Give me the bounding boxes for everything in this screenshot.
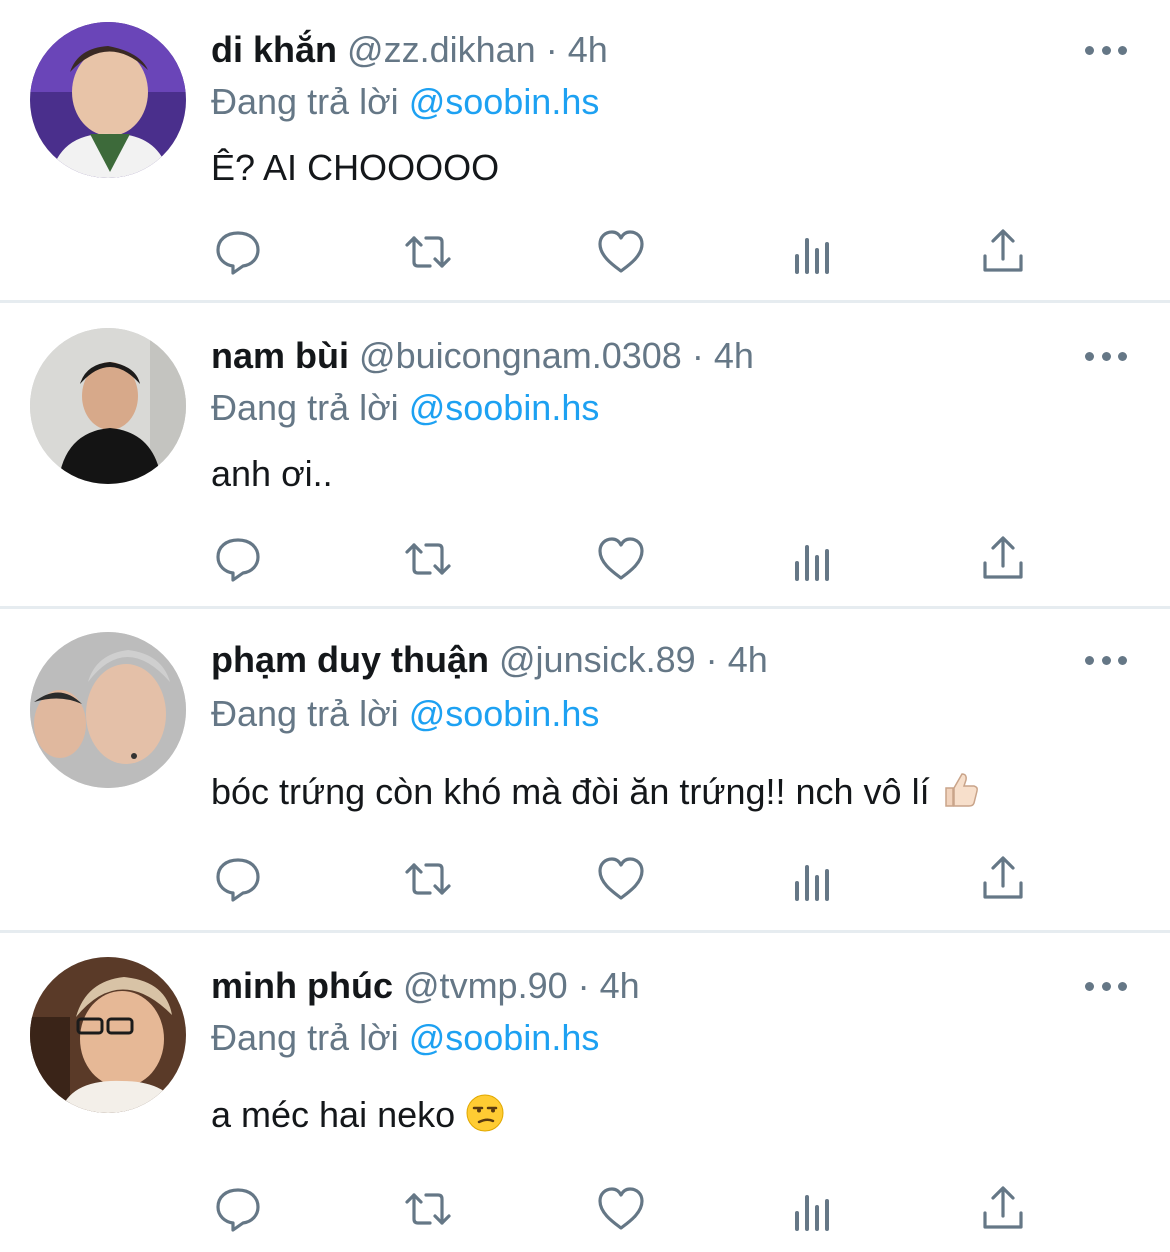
like-icon[interactable] [595,853,647,905]
thumbs-up-icon [940,770,980,818]
tweet-text: a méc hai neko [211,1094,456,1135]
tweet-text: anh ơi.. [211,453,333,494]
views-icon[interactable] [786,853,838,905]
timestamp[interactable]: 4h [600,965,640,1006]
share-icon[interactable] [977,1183,1029,1235]
separator-dot: · [545,29,558,70]
share-icon[interactable] [977,853,1029,905]
tweet[interactable]: nam bùi @buicongnam.0308 · 4h Đang trả l… [0,303,1170,606]
mention-link[interactable]: @soobin.hs [409,81,600,122]
retweet-icon[interactable] [402,226,454,278]
reply-icon[interactable] [212,226,264,278]
reply-feed: di khắn @zz.dikhan · 4h Đang trả lời @so… [0,0,1170,1252]
separator-dot: · [577,965,590,1006]
display-name[interactable]: di khắn [211,29,337,70]
avatar[interactable] [30,328,186,484]
reply-icon[interactable] [212,853,264,905]
like-icon[interactable] [595,1183,647,1235]
display-name[interactable]: nam bùi [211,335,349,376]
retweet-icon[interactable] [402,853,454,905]
views-icon[interactable] [786,226,838,278]
views-icon[interactable] [786,1183,838,1235]
unamused-face-icon [465,1093,505,1141]
reply-icon[interactable] [212,1183,264,1235]
timestamp[interactable]: 4h [568,29,608,70]
reply-prefix: Đang trả lời [211,387,399,428]
action-bar [0,853,1170,909]
mention-link[interactable]: @soobin.hs [409,387,600,428]
reply-icon[interactable] [212,533,264,585]
more-icon[interactable] [1085,976,1127,996]
timestamp[interactable]: 4h [728,639,768,680]
share-icon[interactable] [977,533,1029,585]
more-icon[interactable] [1085,40,1127,60]
tweet[interactable]: minh phúc @tvmp.90 · 4h Đang trả lời @so… [0,933,1170,1252]
action-bar [0,533,1170,589]
separator-dot: · [691,335,704,376]
more-icon[interactable] [1085,650,1127,670]
reply-prefix: Đang trả lời [211,1017,399,1058]
avatar[interactable] [30,957,186,1113]
action-bar [0,226,1170,282]
avatar[interactable] [30,22,186,178]
tweet-text: bóc trứng còn khó mà đòi ăn trứng!! nch … [211,771,930,812]
mention-link[interactable]: @soobin.hs [409,1017,600,1058]
reply-prefix: Đang trả lời [211,81,399,122]
retweet-icon[interactable] [402,533,454,585]
display-name[interactable]: phạm duy thuận [211,639,489,680]
username[interactable]: @junsick.89 [499,639,696,680]
timestamp[interactable]: 4h [714,335,754,376]
like-icon[interactable] [595,226,647,278]
display-name[interactable]: minh phúc [211,965,393,1006]
tweet[interactable]: phạm duy thuận @junsick.89 · 4h Đang trả… [0,609,1170,930]
tweet[interactable]: di khắn @zz.dikhan · 4h Đang trả lời @so… [0,0,1170,300]
mention-link[interactable]: @soobin.hs [409,693,600,734]
share-icon[interactable] [977,226,1029,278]
reply-prefix: Đang trả lời [211,693,399,734]
retweet-icon[interactable] [402,1183,454,1235]
username[interactable]: @zz.dikhan [347,29,536,70]
like-icon[interactable] [595,533,647,585]
username[interactable]: @tvmp.90 [403,965,568,1006]
tweet-text: Ê? AI CHOOOOO [211,147,500,188]
username[interactable]: @buicongnam.0308 [359,335,682,376]
more-icon[interactable] [1085,346,1127,366]
action-bar [0,1183,1170,1239]
avatar[interactable] [30,632,186,788]
views-icon[interactable] [786,533,838,585]
separator-dot: · [705,639,718,680]
